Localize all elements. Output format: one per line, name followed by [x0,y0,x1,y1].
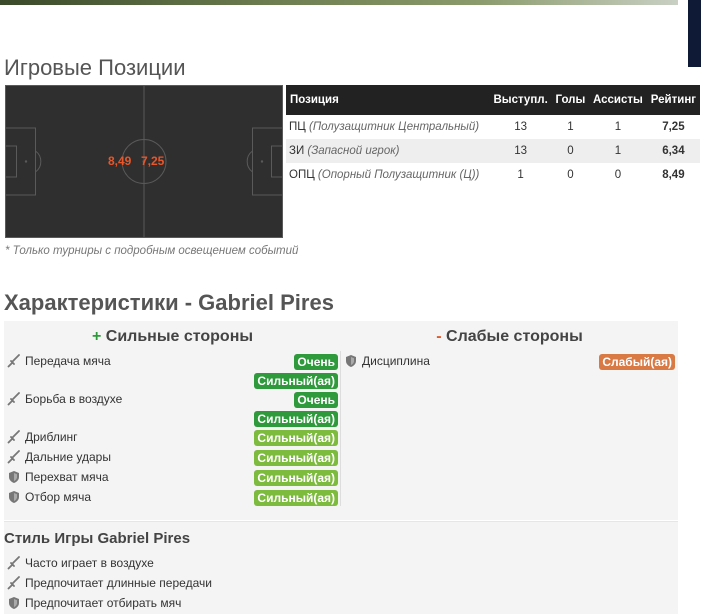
table-row: ЗИ (Запасной игрок) 13 0 1 6,34 [286,139,700,163]
goals-cell: 1 [567,121,574,133]
style-label: Часто играет в воздухе [25,556,154,570]
strength-badges: Сильный(ая) [254,470,338,486]
apps-cell: 13 [489,139,552,163]
position-cell: ЗИ (Запасной игрок) [286,139,490,163]
positions-title: Игровые Позиции [4,55,186,80]
plus-sign: + [91,328,102,345]
weaknesses-heading: - Слабые стороны [341,328,678,346]
position-full-name: (Полузащитник Центральный) [308,121,480,133]
style-label: Предпочитает отбирать мяч [25,596,182,610]
position-code: ПЦ [289,121,306,133]
footnote: * Только турниры с подробным освещением … [5,245,299,257]
sword-icon [7,450,20,464]
level-badge: Сильный(ая) [254,411,338,427]
level-badge: Очень [294,354,338,370]
rating-cell: 6,34 [646,139,700,163]
weaknesses-title: Слабые стороны [446,328,583,345]
strength-label: Перехват мяча [25,470,109,484]
strength-badges: Сильный(ая) [254,490,338,506]
position-code: ЗИ [289,145,305,157]
assists-cell: 0 [614,169,622,181]
position-cell: ОПЦ (Опорный Полузащитник (Ц)) [286,163,489,187]
sword-icon [7,556,20,570]
col-header-position[interactable]: Позиция [286,85,490,115]
play-style-panel: Стиль Игры Gabriel Pires Часто играет в … [4,521,678,614]
side-banner [688,0,701,67]
strength-label: Борьба в воздухе [25,392,123,406]
sword-icon [7,576,20,590]
table-row: ПЦ (Полузащитник Центральный) 13 1 1 7,2… [286,115,700,139]
strength-label: Передача мяча [25,354,111,368]
strength-badges: Очень Сильный(ая) [254,354,338,389]
sword-icon [7,392,20,406]
goals-cell: 0 [551,139,589,163]
strengths-column: + Сильные стороны Передача мяча Очень Си… [4,321,341,520]
shield-icon [346,355,356,367]
strength-label: Дриблинг [25,430,78,444]
weaknesses-column: - Слабые стороны Дисциплина Слабый(ая) [341,321,678,520]
goals-cell: 0 [567,169,574,181]
level-badge: Сильный(ая) [254,373,338,389]
minus-sign: - [436,328,442,345]
assists-cell: 1 [614,121,622,133]
pitch-rating-dmc: 8,49 [108,154,132,168]
characteristics-title: Характеристики - Gabriel Pires [4,290,334,315]
shield-icon [9,491,19,503]
sword-icon [7,430,20,444]
col-header-goals[interactable]: Голы [551,85,589,115]
rating-cell: 8,49 [662,169,685,181]
play-style-title: Стиль Игры Gabriel Pires [4,530,191,547]
assists-cell: 1 [588,139,647,163]
position-code: ОПЦ [289,169,315,181]
position-cell: ПЦ (Полузащитник Центральный) [286,115,489,139]
position-full-name: (Опорный Полузащитник (Ц)) [317,169,480,181]
strength-badges: Сильный(ая) [254,450,338,466]
pitch-rating-mc: 7,25 [141,154,165,168]
col-header-assists[interactable]: Ассисты [588,85,647,115]
shield-icon [9,471,19,483]
positions-table: Позиция Выступл. Голы Ассисты Рейтинг ПЦ… [286,85,700,187]
position-full-name: (Запасной игрок) [307,145,400,157]
strength-label: Отбор мяча [25,490,92,504]
sword-icon [7,354,20,368]
level-badge: Сильный(ая) [254,470,338,486]
shield-icon [9,597,19,609]
strength-badges: Очень Сильный(ая) [254,392,338,427]
col-header-rating[interactable]: Рейтинг [646,85,700,115]
style-label: Предпочитает длинные передачи [25,576,212,590]
col-header-apps[interactable]: Выступл. [489,85,552,115]
strengths-heading: + Сильные стороны [4,328,341,346]
strength-badges: Сильный(ая) [254,430,338,446]
rating-cell: 7,25 [662,121,685,133]
level-badge: Сильный(ая) [254,430,338,446]
table-header-row: Позиция Выступл. Голы Ассисты Рейтинг [286,85,700,115]
level-badge: Слабый(ая) [599,354,675,370]
weakness-badges: Слабый(ая) [599,354,675,370]
strengths-title: Сильные стороны [105,328,254,345]
weakness-label: Дисциплина [362,354,430,368]
table-row: ОПЦ (Опорный Полузащитник (Ц)) 1 0 0 8,4… [286,163,700,187]
apps-cell: 1 [517,169,524,181]
strength-label: Дальние удары [25,450,111,464]
level-badge: Сильный(ая) [254,450,338,466]
header-image-strip [0,0,678,5]
pitch-diagram: 8,49 7,25 [5,85,283,238]
characteristics-panel: + Сильные стороны Передача мяча Очень Си… [4,321,678,520]
level-badge: Сильный(ая) [254,490,338,506]
apps-cell: 13 [514,121,528,133]
level-badge: Очень [294,392,338,408]
